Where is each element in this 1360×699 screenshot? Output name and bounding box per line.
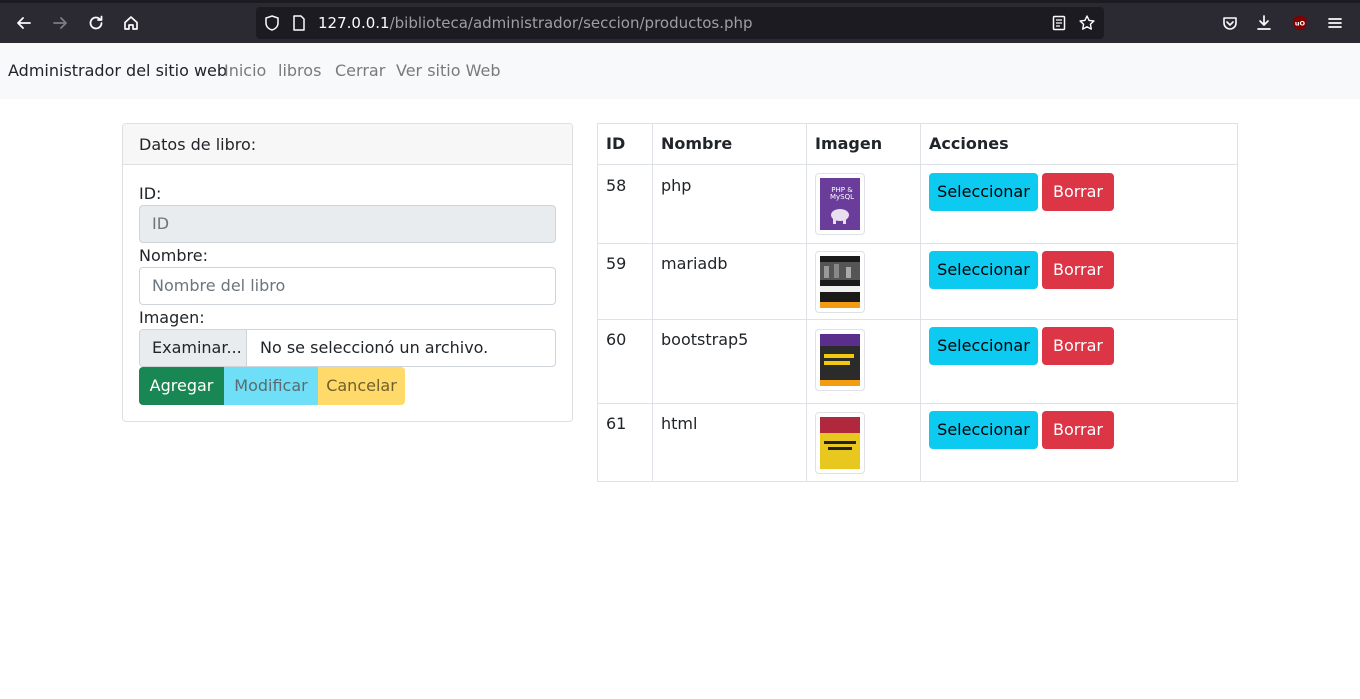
agregar-button[interactable]: Agregar (139, 367, 224, 405)
delete-button[interactable]: Borrar (1042, 327, 1114, 365)
modificar-button[interactable]: Modificar (224, 367, 318, 405)
cell-nombre: mariadb (661, 254, 728, 273)
delete-button[interactable]: Borrar (1042, 411, 1114, 449)
forward-icon[interactable] (46, 11, 74, 35)
id-field[interactable]: ID (139, 205, 556, 243)
image-file-input[interactable]: Examinar... No se seleccionó un archivo. (139, 329, 556, 367)
reload-icon[interactable] (82, 11, 110, 35)
row-divider (598, 403, 1237, 404)
nav-link-libros[interactable]: libros (278, 43, 321, 99)
books-table: ID Nombre Imagen Acciones 58 php PHP & My… (597, 123, 1238, 482)
cell-id: 59 (606, 254, 627, 273)
php-mysql-book-cover: PHP & MySQL (815, 173, 865, 235)
header-acciones: Acciones (929, 134, 1009, 153)
ublock-icon[interactable]: uO (1286, 11, 1314, 35)
downloads-icon[interactable] (1250, 11, 1278, 35)
book-form-card: Datos de libro: ID: ID Nombre: Nombre de… (122, 123, 573, 422)
column-divider (652, 124, 653, 481)
cell-id: 58 (606, 176, 627, 195)
row-divider (598, 319, 1237, 320)
cancelar-button[interactable]: Cancelar (318, 367, 405, 405)
nombre-field[interactable]: Nombre del libro (139, 267, 556, 305)
header-id: ID (606, 134, 626, 153)
header-nombre: Nombre (661, 134, 733, 153)
reader-view-icon[interactable] (1050, 14, 1068, 32)
html5-css3-book-cover (815, 412, 865, 474)
pocket-icon[interactable] (1216, 11, 1244, 35)
cell-nombre: bootstrap5 (661, 330, 749, 349)
select-button[interactable]: Seleccionar (929, 173, 1038, 211)
nav-link-ver-sitio-web[interactable]: Ver sitio Web (396, 43, 500, 99)
header-imagen: Imagen (815, 134, 883, 153)
file-status: No se seleccionó un archivo. (260, 338, 489, 357)
card-header: Datos de libro: (123, 124, 572, 165)
column-divider (806, 124, 807, 481)
select-button[interactable]: Seleccionar (929, 411, 1038, 449)
home-icon[interactable] (117, 11, 145, 35)
url-bar[interactable]: 127.0.0.1/biblioteca/administrador/secci… (256, 7, 1104, 39)
practical-bootstrap-book-cover (815, 329, 865, 391)
select-button[interactable]: Seleccionar (929, 251, 1038, 289)
cell-id: 60 (606, 330, 627, 349)
bookmark-star-icon[interactable] (1078, 14, 1096, 32)
url-host: 127.0.0.1 (318, 14, 390, 32)
nav-link-cerrar[interactable]: Cerrar (335, 43, 385, 99)
cell-nombre: html (661, 414, 698, 433)
delete-button[interactable]: Borrar (1042, 173, 1114, 211)
cell-id: 61 (606, 414, 627, 433)
browse-button[interactable]: Examinar... (140, 330, 247, 366)
menu-icon[interactable] (1321, 11, 1349, 35)
svg-text:uO: uO (1295, 20, 1306, 28)
url-path: /biblioteca/administrador/seccion/produc… (389, 14, 753, 32)
imagen-label: Imagen: (139, 308, 205, 327)
row-divider (598, 243, 1237, 244)
browser-toolbar: 127.0.0.1/biblioteca/administrador/secci… (0, 0, 1360, 43)
navbar-brand[interactable]: Administrador del sitio web (8, 43, 227, 99)
back-icon[interactable] (10, 11, 38, 35)
svg-text:MySQL: MySQL (830, 193, 854, 201)
mastering-mariadb-book-cover (815, 251, 865, 313)
tracking-shield-icon[interactable] (263, 14, 281, 32)
row-divider (598, 164, 1237, 165)
select-button[interactable]: Seleccionar (929, 327, 1038, 365)
site-navbar: Administrador del sitio web Inicio libro… (0, 43, 1360, 99)
nav-link-inicio[interactable]: Inicio (224, 43, 266, 99)
delete-button[interactable]: Borrar (1042, 251, 1114, 289)
nombre-label: Nombre: (139, 246, 208, 265)
page-info-icon[interactable] (290, 14, 308, 32)
cell-nombre: php (661, 176, 692, 195)
id-label: ID: (139, 184, 162, 203)
url-text: 127.0.0.1/biblioteca/administrador/secci… (318, 7, 753, 39)
column-divider (920, 124, 921, 481)
